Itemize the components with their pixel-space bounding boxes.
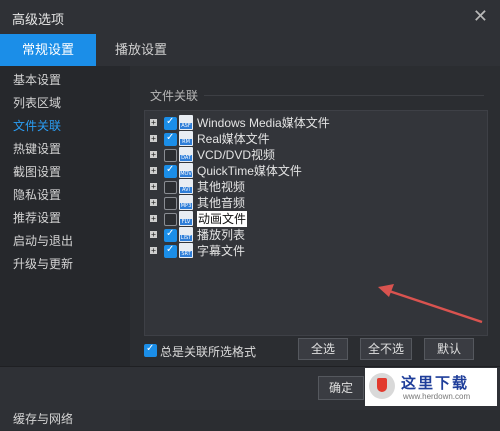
list-item[interactable]: + FLV 动画文件 (145, 211, 487, 227)
list-item-label: QuickTime媒体文件 (197, 164, 302, 178)
list-item-label: 其他音频 (197, 196, 246, 210)
checkbox[interactable] (164, 197, 177, 210)
checkbox[interactable]: ✓ (164, 132, 177, 146)
mov-file-icon: MOV (179, 163, 193, 178)
checkbox[interactable]: ✓ (164, 116, 177, 130)
list-item-label: 播放列表 (197, 228, 246, 242)
list-item[interactable]: + ✓ SRT 字幕文件 (145, 243, 487, 259)
watermark: 这里下载 www.herdown.com (365, 368, 497, 406)
expand-icon[interactable]: + (150, 135, 157, 143)
default-button[interactable]: 默认 (424, 338, 474, 360)
expand-icon[interactable]: + (150, 231, 157, 239)
list-file-icon: LIST (179, 227, 193, 242)
sidebar: 基本设置 列表区域 文件关联 热键设置 截图设置 隐私设置 推荐设置 启动与退出… (0, 66, 131, 430)
tab-bar: 常规设置 播放设置 (0, 34, 500, 66)
checkbox[interactable]: ✓ (164, 244, 177, 258)
expand-icon[interactable]: + (150, 167, 157, 175)
list-item-label: Windows Media媒体文件 (197, 116, 330, 130)
ok-button[interactable]: 确定 (318, 376, 364, 400)
always-assoc-label: 总是关联所选格式 (160, 345, 257, 359)
expand-icon[interactable]: + (150, 215, 157, 223)
watermark-text: 这里下载 (401, 376, 470, 392)
checkbox[interactable] (164, 149, 177, 162)
list-item-label: VCD/DVD视频 (197, 148, 276, 162)
list-item[interactable]: + ✓ LIST 播放列表 (145, 227, 487, 243)
checkbox[interactable]: ✓ (164, 164, 177, 178)
window-title: 高级选项 (12, 12, 65, 27)
audio-file-icon: MP3 (179, 195, 193, 210)
sidebar-item-privacy[interactable]: 隐私设置 (0, 184, 130, 207)
sidebar-item-basic[interactable]: 基本设置 (0, 69, 130, 92)
checkbox[interactable]: ✓ (164, 228, 177, 242)
content-panel: 文件关联 + ✓ ASF Windows Media媒体文件 + ✓ RM Re… (130, 66, 500, 366)
list-item[interactable]: + ✓ ASF Windows Media媒体文件 (145, 115, 487, 131)
dat-file-icon: DAT (179, 147, 193, 162)
sidebar-item-list-area[interactable]: 列表区域 (0, 92, 130, 115)
select-all-button[interactable]: 全选 (298, 338, 348, 360)
watermark-url: www.herdown.com (403, 392, 471, 401)
watermark-logo-icon (369, 373, 395, 399)
expand-icon[interactable]: + (150, 247, 157, 255)
list-item-label: 动画文件 (197, 211, 248, 227)
sidebar-item-hotkeys[interactable]: 热键设置 (0, 138, 130, 161)
group-divider (204, 95, 484, 96)
list-item[interactable]: + ✓ RM Real媒体文件 (145, 131, 487, 147)
expand-icon[interactable]: + (150, 183, 157, 191)
sidebar-item-update[interactable]: 升级与更新 (0, 253, 130, 276)
list-item[interactable]: + MP3 其他音频 (145, 195, 487, 211)
always-assoc-checkbox[interactable]: ✓ (144, 343, 157, 357)
expand-icon[interactable]: + (150, 119, 157, 127)
list-item-label: 其他视频 (197, 180, 246, 194)
checkbox[interactable] (164, 181, 177, 194)
list-item[interactable]: + AVI 其他视频 (145, 179, 487, 195)
srt-file-icon: SRT (179, 243, 193, 258)
close-icon[interactable]: ✕ (473, 6, 488, 27)
sidebar-item-startup-exit[interactable]: 启动与退出 (0, 230, 130, 253)
tab-general[interactable]: 常规设置 (0, 34, 96, 66)
sidebar-item-file-assoc[interactable]: 文件关联 (0, 115, 130, 138)
flv-file-icon: FLV (179, 211, 193, 226)
list-item-label: 字幕文件 (197, 244, 246, 258)
rm-file-icon: RM (179, 131, 193, 146)
title-bar: 高级选项 ✕ (0, 0, 500, 35)
tab-playback[interactable]: 播放设置 (96, 34, 186, 66)
list-item-label: Real媒体文件 (197, 132, 270, 146)
expand-icon[interactable]: + (150, 199, 157, 207)
checkbox[interactable] (164, 213, 177, 226)
expand-icon[interactable]: + (150, 151, 157, 159)
group-label: 文件关联 (150, 89, 199, 103)
list-item[interactable]: + DAT VCD/DVD视频 (145, 147, 487, 163)
sidebar-item-screenshot[interactable]: 截图设置 (0, 161, 130, 184)
sidebar-item-recommend[interactable]: 推荐设置 (0, 207, 130, 230)
video-file-icon: AVI (179, 179, 193, 194)
asf-file-icon: ASF (179, 115, 193, 130)
list-item[interactable]: + ✓ MOV QuickTime媒体文件 (145, 163, 487, 179)
annotation-arrow-icon (378, 284, 483, 324)
select-none-button[interactable]: 全不选 (360, 338, 412, 360)
